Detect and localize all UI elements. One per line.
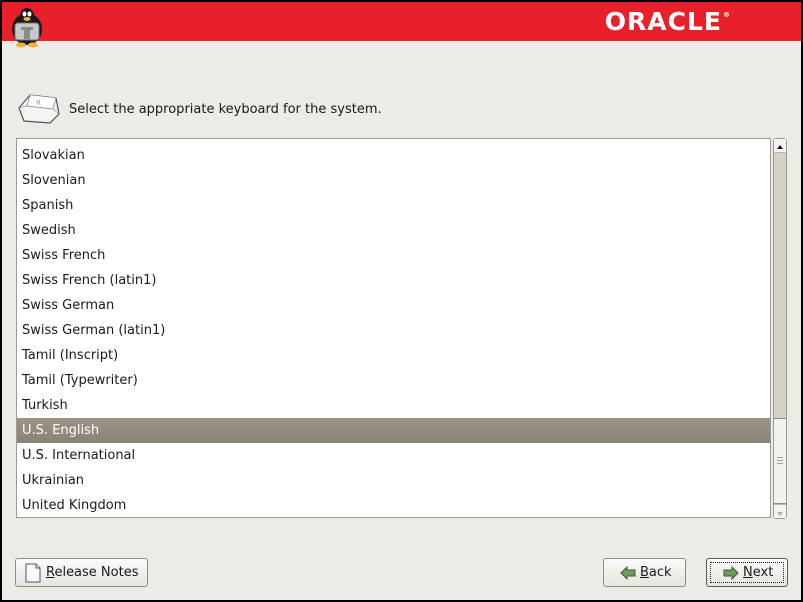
list-item[interactable]: Turkish bbox=[17, 393, 770, 418]
list-item[interactable]: Swiss French bbox=[17, 243, 770, 268]
grip-line bbox=[777, 460, 783, 461]
tux-penguin-icon bbox=[12, 8, 42, 48]
next-button[interactable]: Next bbox=[706, 558, 788, 587]
list-item[interactable]: Spanish bbox=[17, 193, 770, 218]
installer-window: ORACLE® R Select the appropriate keyboar… bbox=[2, 2, 801, 600]
list-item[interactable]: United Kingdom bbox=[17, 493, 770, 517]
list-item[interactable]: Swiss French (latin1) bbox=[17, 268, 770, 293]
grip-line bbox=[777, 457, 783, 458]
list-item[interactable]: Tamil (Typewriter) bbox=[17, 368, 770, 393]
header-banner: ORACLE® bbox=[2, 2, 801, 48]
back-label: Back bbox=[640, 565, 672, 580]
list-item[interactable]: Tamil (Inscript) bbox=[17, 343, 770, 368]
list-item[interactable]: Slovakian bbox=[17, 143, 770, 168]
release-notes-button[interactable]: Release Notes bbox=[15, 558, 148, 587]
scroll-down-button[interactable] bbox=[774, 504, 786, 518]
back-button[interactable]: Back bbox=[603, 558, 686, 587]
list-item[interactable]: Swiss German bbox=[17, 293, 770, 318]
release-notes-label: Release Notes bbox=[46, 565, 139, 580]
scrollbar-thumb[interactable] bbox=[774, 418, 786, 504]
list-scrollbar[interactable] bbox=[773, 138, 787, 519]
focus-ring bbox=[710, 562, 784, 583]
list-item[interactable]: Swedish bbox=[17, 218, 770, 243]
svg-text:R: R bbox=[36, 99, 41, 107]
arrow-down-icon bbox=[777, 512, 783, 516]
grip-line bbox=[777, 463, 783, 464]
list-item[interactable]: Slovenian bbox=[17, 168, 770, 193]
oracle-logo: ORACLE® bbox=[604, 7, 731, 36]
arrow-left-icon bbox=[620, 565, 636, 580]
arrow-up-icon bbox=[777, 145, 783, 149]
list-item-selected[interactable]: U.S. English bbox=[17, 418, 770, 443]
scroll-up-button[interactable] bbox=[774, 139, 786, 153]
prompt-text: Select the appropriate keyboard for the … bbox=[69, 101, 382, 117]
keyboard-list[interactable]: Slovakian Slovenian Spanish Swedish Swis… bbox=[16, 138, 771, 518]
list-item[interactable]: U.S. International bbox=[17, 443, 770, 468]
list-item[interactable]: Ukrainian bbox=[17, 468, 770, 493]
list-item[interactable]: Swiss German (latin1) bbox=[17, 318, 770, 343]
prompt-row: R Select the appropriate keyboard for th… bbox=[16, 92, 382, 126]
document-icon bbox=[25, 563, 41, 582]
keyboard-key-icon: R bbox=[18, 94, 60, 124]
